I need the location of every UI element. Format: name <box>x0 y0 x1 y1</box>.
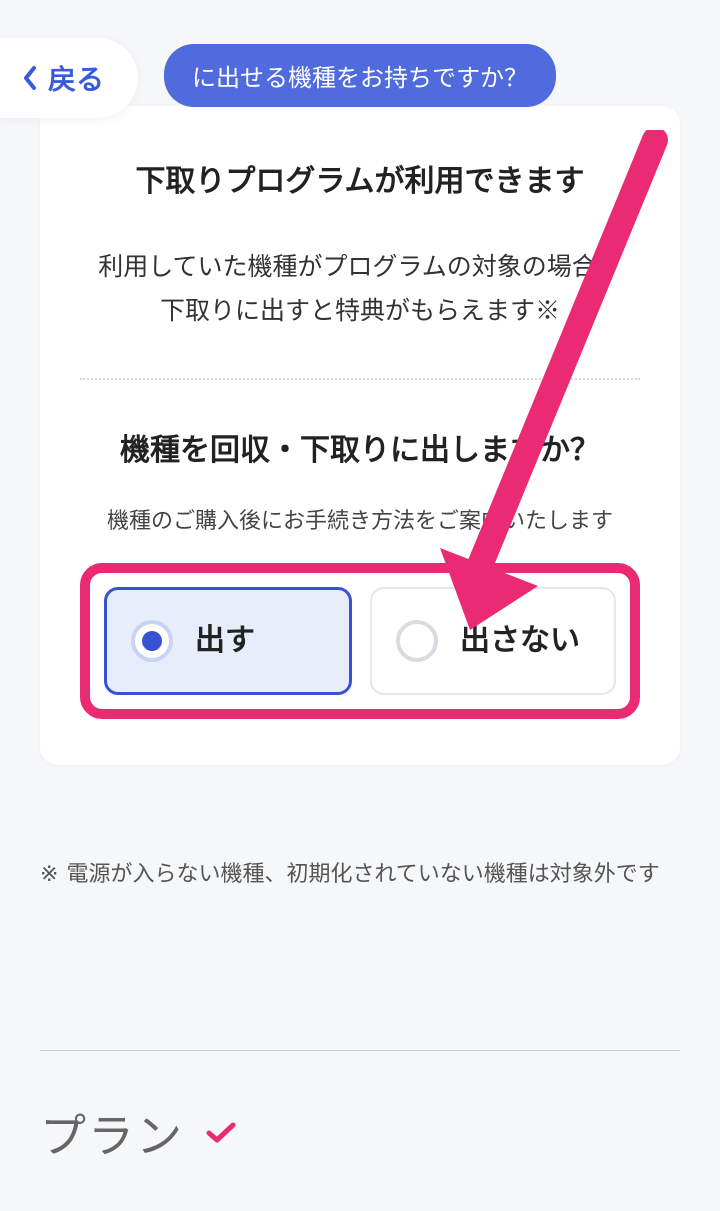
trade-in-card: 下取りプログラムが利用できます 利用していた機種がプログラムの対象の場合、 下取… <box>40 106 680 765</box>
section-divider <box>40 1050 680 1051</box>
option-no-label: 出さない <box>460 622 580 660</box>
card-desc-line2: 下取りに出すと特典がもらえます※ <box>160 297 560 325</box>
dotted-divider <box>80 378 640 380</box>
plan-section-header: プラン <box>40 1100 236 1166</box>
back-label: 戻る <box>48 58 104 98</box>
option-no[interactable]: 出さない <box>370 587 616 695</box>
context-pill: に出せる機種をお持ちですか？ <box>164 44 556 107</box>
back-button[interactable]: 戻る <box>0 38 138 118</box>
footnote: ※ 電源が入らない機種、初期化されていない機種は対象外です <box>40 856 680 891</box>
option-yes-label: 出す <box>195 622 255 660</box>
footnote-marker: ※ <box>40 856 58 891</box>
footnote-text: 電源が入らない機種、初期化されていない機種は対象外です <box>66 856 659 891</box>
card-title: 下取りプログラムが利用できます <box>80 156 640 200</box>
plan-title: プラン <box>40 1100 184 1166</box>
radio-selected-icon <box>131 620 173 662</box>
card-description: 利用していた機種がプログラムの対象の場合、 下取りに出すと特典がもらえます※ <box>80 246 640 334</box>
radio-unselected-icon <box>396 620 438 662</box>
check-icon <box>206 1122 236 1144</box>
question-subtext: 機種のご購入後にお手続き方法をご案内いたします <box>80 503 640 535</box>
option-yes[interactable]: 出す <box>104 587 352 695</box>
chevron-left-icon <box>22 66 38 90</box>
options-highlight-box: 出す 出さない <box>80 563 640 719</box>
question-title: 機種を回収・下取りに出しますか？ <box>80 428 640 473</box>
card-desc-line1: 利用していた機種がプログラムの対象の場合、 <box>98 253 622 281</box>
